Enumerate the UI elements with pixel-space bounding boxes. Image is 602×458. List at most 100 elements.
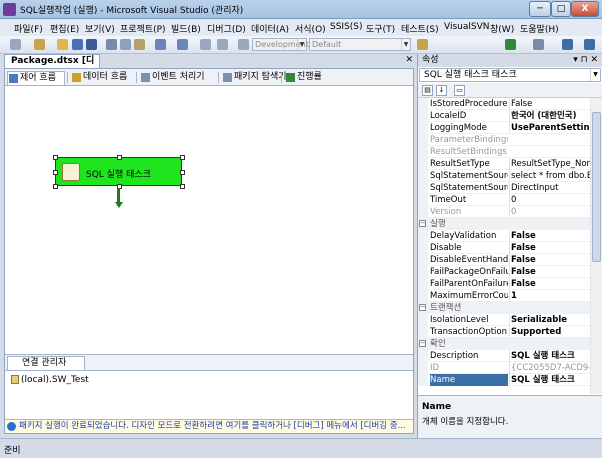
property-row[interactable]: FailParentOnFailure False	[418, 278, 590, 290]
undo-icon[interactable]	[155, 39, 166, 50]
connection-manager-area[interactable]: (local).SW_Test	[5, 371, 413, 419]
menu-view[interactable]: 보기(V)	[85, 22, 115, 35]
property-value[interactable]: UseParentSetting	[509, 122, 590, 134]
property-row[interactable]: LoggingMode UseParentSetting	[418, 122, 590, 134]
collapse-icon[interactable]: −	[419, 220, 426, 227]
property-row[interactable]: DelayValidation False	[418, 230, 590, 242]
navigate-forward-icon[interactable]	[217, 39, 228, 50]
pause-icon[interactable]	[533, 39, 544, 50]
property-row[interactable]: TimeOut 0	[418, 194, 590, 206]
property-row[interactable]: IsolationLevel Serializable	[418, 314, 590, 326]
property-pages-icon[interactable]: ▭	[454, 85, 465, 96]
tab-connection-manager[interactable]: 연결 관리자	[7, 356, 85, 371]
save-all-icon[interactable]	[86, 39, 97, 50]
restart-icon[interactable]	[584, 39, 595, 50]
open-file-icon[interactable]	[57, 39, 68, 50]
sql-task-shape[interactable]: SQL 실행 태스크	[55, 157, 182, 186]
property-value[interactable]: False	[509, 254, 590, 266]
close-button[interactable]: X	[571, 1, 599, 17]
tab-package-explorer[interactable]: 패키지 탐색기	[222, 71, 290, 85]
property-category-id[interactable]: − 확인	[418, 338, 590, 350]
property-value[interactable]: DirectInput	[509, 182, 590, 194]
add-item-icon[interactable]	[34, 39, 45, 50]
property-value[interactable]: 0	[509, 194, 590, 206]
property-row[interactable]: Description SQL 실행 태스크	[418, 350, 590, 362]
property-value[interactable]: select * from dbo.BUL	[509, 170, 590, 182]
object-selector-combo[interactable]: SQL 실행 태스크 태스크 ▼	[419, 68, 601, 82]
maximize-button[interactable]: □	[551, 1, 571, 17]
minimize-button[interactable]: ─	[529, 1, 551, 17]
collapse-icon[interactable]: −	[419, 340, 426, 347]
resize-handle[interactable]	[180, 155, 185, 160]
cut-icon[interactable]	[106, 39, 117, 50]
menu-build[interactable]: 빌드(B)	[171, 22, 201, 35]
property-grid-scrollbar[interactable]	[590, 98, 602, 394]
property-row[interactable]: FailPackageOnFailureFalse	[418, 266, 590, 278]
property-row[interactable]: Disable False	[418, 242, 590, 254]
resize-handle[interactable]	[180, 170, 185, 175]
property-row[interactable]: SqlStatementSourceTDirectInput	[418, 182, 590, 194]
menu-file[interactable]: 파일(F)	[14, 22, 43, 35]
property-value[interactable]: False	[509, 242, 590, 254]
menu-edit[interactable]: 편집(E)	[50, 22, 79, 35]
menu-format[interactable]: 서식(O)	[295, 22, 326, 35]
property-value[interactable]: False	[509, 266, 590, 278]
stop-icon[interactable]	[562, 39, 573, 50]
property-category-tx[interactable]: − 트랜잭션	[418, 302, 590, 314]
copy-icon[interactable]	[120, 39, 131, 50]
property-value[interactable]: SQL 실행 태스크	[509, 350, 590, 362]
resize-handle[interactable]	[117, 155, 122, 160]
new-project-icon[interactable]	[10, 39, 21, 50]
control-flow-canvas[interactable]: SQL 실행 태스크	[5, 86, 413, 354]
property-value[interactable]: False	[509, 98, 590, 110]
property-row[interactable]: DisableEventHandlersFalse	[418, 254, 590, 266]
property-value[interactable]: ResultSetType_None	[509, 158, 590, 170]
property-row[interactable]: TransactionOption Supported	[418, 326, 590, 338]
property-row[interactable]: LocaleID 한국어 (대한민국)	[418, 110, 590, 122]
property-value[interactable]: 1	[509, 290, 590, 302]
navigate-back-icon[interactable]	[200, 39, 211, 50]
resize-handle[interactable]	[53, 170, 58, 175]
property-category-exec[interactable]: − 실행	[418, 218, 590, 230]
save-icon[interactable]	[72, 39, 83, 50]
property-value[interactable]: 한국어 (대한민국)	[509, 110, 590, 122]
property-row[interactable]: MaximumErrorCount1	[418, 290, 590, 302]
resize-handle[interactable]	[180, 184, 185, 189]
resize-handle[interactable]	[53, 184, 58, 189]
property-value[interactable]: 0	[509, 206, 590, 218]
start-icon[interactable]	[505, 39, 516, 50]
tab-data-flow[interactable]: 데이터 흐름	[71, 71, 133, 85]
menu-project[interactable]: 프로젝트(P)	[120, 22, 166, 35]
tab-event-handlers[interactable]: 이벤트 처리기	[140, 71, 214, 85]
categorized-icon[interactable]: ▤	[422, 85, 433, 96]
menu-window[interactable]: 창(W)	[490, 22, 514, 35]
menu-ssis[interactable]: SSIS(S)	[330, 22, 363, 32]
menu-help[interactable]: 도움말(H)	[520, 22, 559, 35]
resize-handle[interactable]	[53, 155, 58, 160]
start-debugging-icon[interactable]	[238, 39, 249, 50]
property-value[interactable]: Serializable	[509, 314, 590, 326]
property-row[interactable]: Version 0	[418, 206, 590, 218]
menu-data[interactable]: 데이터(A)	[251, 22, 289, 35]
property-row[interactable]: SqlStatementSourceselect * from dbo.BUL	[418, 170, 590, 182]
menu-test[interactable]: 테스트(S)	[401, 22, 439, 35]
property-row[interactable]: ParameterBindings	[418, 134, 590, 146]
scrollbar-thumb[interactable]	[592, 112, 601, 262]
property-value[interactable]: SQL 실행 태스크	[509, 374, 590, 386]
tab-control-flow[interactable]: 제어 흐름	[7, 71, 65, 85]
tab-progress[interactable]: 진행률	[285, 71, 335, 85]
property-row[interactable]: ID {CC2055D7-ACD9-40	[418, 362, 590, 374]
property-value[interactable]: {CC2055D7-ACD9-40	[509, 362, 590, 374]
property-row[interactable]: Name SQL 실행 태스크	[418, 374, 590, 386]
property-value[interactable]: False	[509, 278, 590, 290]
connection-item[interactable]: (local).SW_Test	[11, 375, 89, 385]
menu-visualsvn[interactable]: VisualSVN	[444, 22, 489, 32]
solution-config-combo[interactable]: Development ▼	[252, 38, 309, 51]
execution-info-bar[interactable]: 패키지 실행이 완료되었습니다. 디자인 모드로 전환하려면 여기를 클릭하거나…	[5, 419, 413, 433]
find-icon[interactable]	[417, 39, 428, 50]
property-value[interactable]: Supported	[509, 326, 590, 338]
property-row[interactable]: ResultSetType ResultSetType_None	[418, 158, 590, 170]
menu-debug[interactable]: 디버그(D)	[207, 22, 246, 35]
alphabetical-icon[interactable]: ↓	[436, 85, 447, 96]
panel-window-buttons[interactable]: ▾ ⊓ ✕	[573, 54, 598, 66]
